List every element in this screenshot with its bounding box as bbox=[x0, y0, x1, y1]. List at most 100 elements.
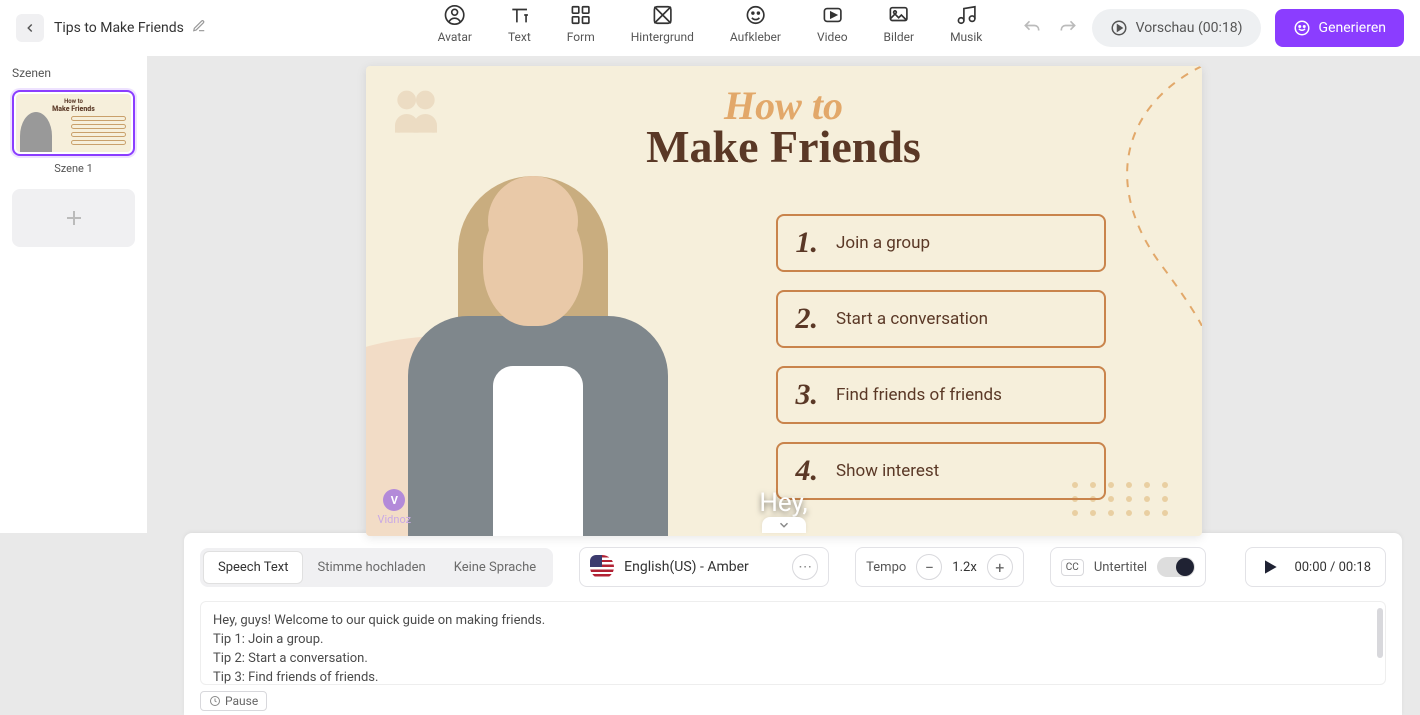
tool-label: Aufkleber bbox=[730, 30, 781, 44]
undo-redo bbox=[1022, 18, 1078, 38]
generate-button[interactable]: Generieren bbox=[1275, 9, 1404, 47]
tool-form[interactable]: Form bbox=[567, 4, 595, 44]
canvas-area: How to Make Friends 1.Join a group 2.Sta… bbox=[147, 56, 1420, 533]
list-num: 1. bbox=[796, 226, 819, 260]
edit-title-icon[interactable] bbox=[192, 19, 206, 37]
script-line: Hey, guys! Welcome to our quick guide on… bbox=[213, 612, 1373, 631]
playback-control: 00:00 / 00:18 bbox=[1245, 547, 1386, 587]
tool-text[interactable]: Text bbox=[508, 4, 531, 44]
scene-preview: How to Make Friends bbox=[16, 94, 131, 152]
video-icon bbox=[821, 4, 843, 26]
subtitle-label: Untertitel bbox=[1094, 560, 1147, 575]
canvas-list: 1. Join a group 2. Start a conversation 3.… bbox=[776, 214, 1106, 500]
scene-thumbnail[interactable]: How to Make Friends bbox=[12, 90, 135, 156]
scenes-title: Szenen bbox=[12, 66, 135, 80]
voice-options-button[interactable]: ⋯ bbox=[792, 554, 818, 580]
list-item[interactable]: 3. Find friends of friends bbox=[776, 366, 1106, 424]
speech-mode-tabs: Speech Text Stimme hochladen Keine Sprac… bbox=[200, 548, 553, 587]
watermark-icon: V bbox=[383, 489, 405, 511]
script-line: Tip 3: Find friends of friends. bbox=[213, 669, 1373, 685]
script-textarea[interactable]: Hey, guys! Welcome to our quick guide on… bbox=[200, 601, 1386, 685]
list-text: Find friends of friends bbox=[836, 385, 1002, 405]
collapse-panel-button[interactable] bbox=[762, 517, 806, 533]
watermark-text: Vidnoz bbox=[378, 513, 412, 526]
list-item[interactable]: 4. Show interest bbox=[776, 442, 1106, 500]
project-title-wrap: Tips to Make Friends bbox=[54, 19, 206, 37]
voice-selector[interactable]: English(US) - Amber ⋯ bbox=[579, 547, 829, 587]
tool-avatar[interactable]: Avatar bbox=[438, 4, 472, 44]
tool-label: Avatar bbox=[438, 30, 472, 44]
us-flag-icon bbox=[590, 555, 614, 579]
main: Szenen How to Make Friends Szene 1 bbox=[0, 56, 1420, 533]
canvas[interactable]: How to Make Friends 1.Join a group 2.Sta… bbox=[366, 66, 1202, 536]
header: Tips to Make Friends Avatar Text Form Hi… bbox=[0, 0, 1420, 56]
music-icon bbox=[955, 4, 977, 26]
watermark: V Vidnoz bbox=[378, 489, 412, 526]
clock-icon bbox=[209, 695, 221, 707]
tool-video[interactable]: Video bbox=[817, 4, 848, 44]
tempo-decrease-button[interactable]: − bbox=[916, 554, 942, 580]
project-title[interactable]: Tips to Make Friends bbox=[54, 20, 184, 36]
tab-no-speech[interactable]: Keine Sprache bbox=[440, 551, 550, 584]
tab-upload-voice[interactable]: Stimme hochladen bbox=[303, 551, 439, 584]
header-right: Vorschau (00:18) Generieren bbox=[1022, 9, 1404, 47]
tool-background[interactable]: Hintergrund bbox=[631, 4, 694, 44]
playback-time: 00:00 / 00:18 bbox=[1294, 560, 1371, 575]
tool-sticker[interactable]: Aufkleber bbox=[730, 4, 781, 44]
redo-icon[interactable] bbox=[1058, 18, 1078, 38]
background-icon bbox=[651, 4, 673, 26]
tool-image[interactable]: Bilder bbox=[884, 4, 915, 44]
tool-label: Hintergrund bbox=[631, 30, 694, 44]
list-num: 4. bbox=[796, 454, 819, 488]
list-text: Show interest bbox=[836, 461, 939, 481]
tool-label: Musik bbox=[950, 30, 982, 44]
tool-label: Bilder bbox=[884, 30, 915, 44]
undo-icon[interactable] bbox=[1022, 18, 1042, 38]
list-num: 3. bbox=[796, 378, 819, 412]
insert-pause-button[interactable]: Pause bbox=[200, 691, 267, 711]
tool-label: Video bbox=[817, 30, 848, 44]
add-scene-button[interactable] bbox=[12, 189, 135, 247]
avatar-icon bbox=[444, 4, 466, 26]
preview-button[interactable]: Vorschau (00:18) bbox=[1092, 9, 1261, 47]
voice-name: English(US) - Amber bbox=[624, 559, 782, 575]
image-icon bbox=[888, 4, 910, 26]
subtitle-toggle[interactable] bbox=[1157, 557, 1195, 577]
tempo-increase-button[interactable]: + bbox=[987, 554, 1013, 580]
tempo-control: Tempo − 1.2x + bbox=[855, 547, 1024, 587]
preview-label: Vorschau (00:18) bbox=[1136, 20, 1243, 36]
subtitle-overlay: Hey, bbox=[759, 488, 807, 518]
play-button[interactable] bbox=[1260, 557, 1280, 577]
speech-panel: Speech Text Stimme hochladen Keine Sprac… bbox=[184, 533, 1402, 715]
avatar-figure[interactable] bbox=[388, 166, 698, 536]
back-button[interactable] bbox=[16, 14, 44, 42]
plus-icon bbox=[62, 206, 86, 230]
list-item[interactable]: 1. Join a group bbox=[776, 214, 1106, 272]
sticker-icon bbox=[744, 4, 766, 26]
tempo-value: 1.2x bbox=[952, 560, 977, 575]
tool-label: Text bbox=[508, 30, 531, 44]
toolbar: Avatar Text Form Hintergrund Aufkleber V… bbox=[438, 4, 983, 44]
generate-icon bbox=[1293, 19, 1311, 37]
list-text: Join a group bbox=[836, 233, 930, 253]
script-line: Tip 2: Start a conversation. bbox=[213, 650, 1373, 669]
list-item[interactable]: 2. Start a conversation bbox=[776, 290, 1106, 348]
tab-speech-text[interactable]: Speech Text bbox=[203, 551, 303, 584]
generate-label: Generieren bbox=[1319, 20, 1386, 36]
controls-row: Speech Text Stimme hochladen Keine Sprac… bbox=[200, 547, 1386, 587]
form-icon bbox=[570, 4, 592, 26]
tool-music[interactable]: Musik bbox=[950, 4, 982, 44]
scene-label: Szene 1 bbox=[12, 162, 135, 175]
cc-icon: CC bbox=[1061, 559, 1084, 576]
tool-label: Form bbox=[567, 30, 595, 44]
play-circle-icon bbox=[1110, 19, 1128, 37]
list-text: Start a conversation bbox=[836, 309, 988, 329]
pause-label: Pause bbox=[225, 694, 258, 708]
script-line: Tip 1: Join a group. bbox=[213, 631, 1373, 650]
tempo-label: Tempo bbox=[866, 560, 906, 575]
subtitle-control: CC Untertitel bbox=[1050, 547, 1206, 587]
text-icon bbox=[508, 4, 530, 26]
chevron-left-icon bbox=[23, 21, 37, 35]
scrollbar[interactable] bbox=[1377, 608, 1383, 658]
list-num: 2. bbox=[796, 302, 819, 336]
